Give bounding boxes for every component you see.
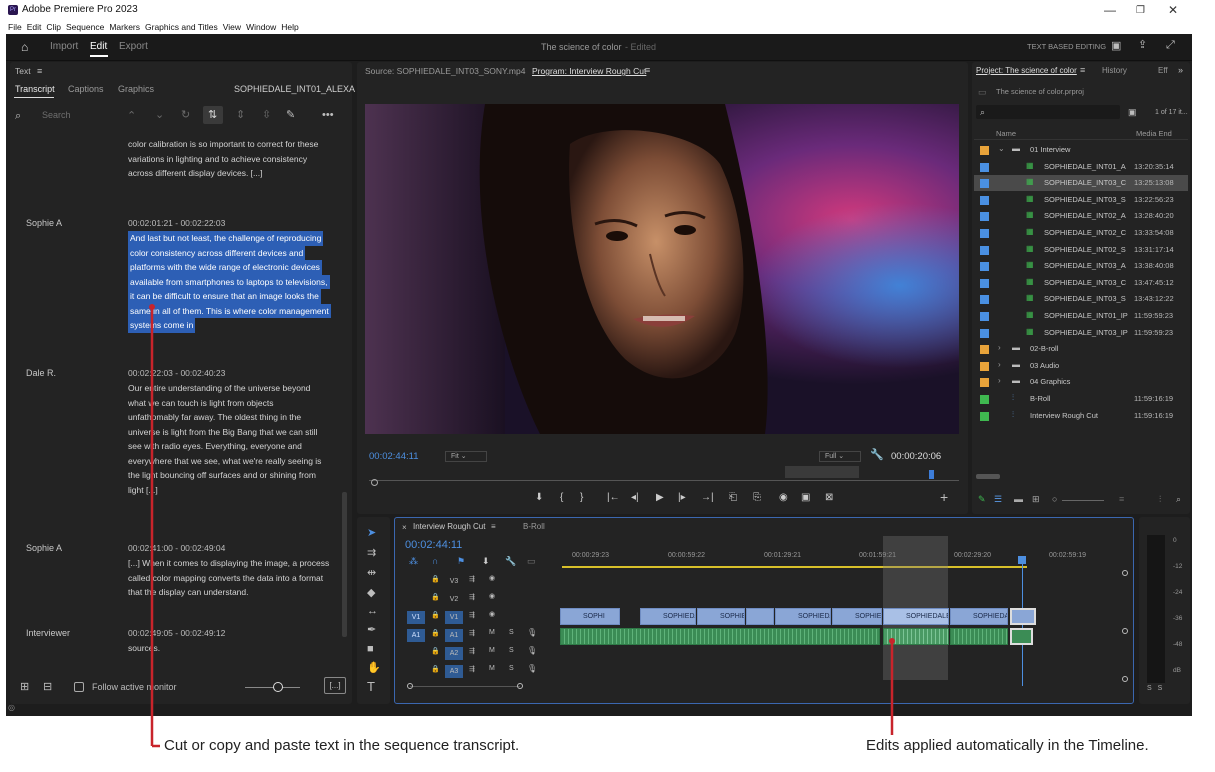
callout-dot-right — [889, 638, 895, 644]
callout-dot-left — [149, 304, 155, 310]
caption-right: Edits applied automatically in the Timel… — [866, 737, 1149, 754]
callout-lines — [149, 304, 895, 748]
caption-left: Cut or copy and paste text in the sequen… — [164, 737, 520, 754]
